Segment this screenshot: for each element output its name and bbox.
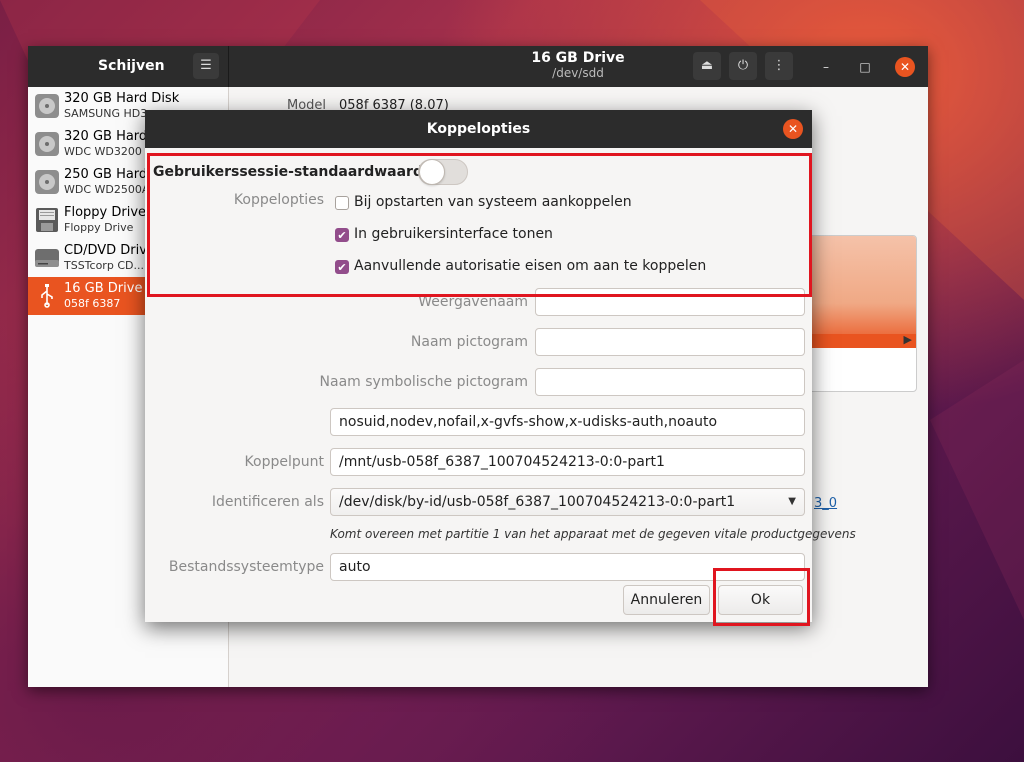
identify-hint: Komt overeen met partitie 1 van het appa…	[330, 527, 856, 541]
window-title-block: 16 GB Drive /dev/sdd	[448, 50, 708, 80]
dialog-header: Koppelopties ✕	[145, 110, 812, 148]
eject-icon[interactable]: ⏏	[693, 52, 721, 80]
device-link[interactable]: 3_0	[814, 496, 837, 511]
identify-as-value: /dev/disk/by-id/usb-058f_6387_1007045242…	[339, 494, 736, 510]
play-arrow-icon: ▶	[903, 333, 912, 346]
cancel-button[interactable]: Annuleren	[623, 585, 710, 615]
identify-as-label: Identificeren als	[211, 494, 324, 510]
drive-model: Floppy Drive	[64, 221, 134, 234]
sidebar-header: Schijven ☰	[28, 46, 229, 87]
identify-as-dropdown[interactable]: /dev/disk/by-id/usb-058f_6387_1007045242…	[330, 488, 805, 516]
highlight-box-ok	[713, 568, 810, 626]
symbolic-icon-input[interactable]	[535, 368, 805, 396]
hard-disk-icon	[35, 132, 59, 156]
app-title: Schijven	[98, 58, 165, 74]
window-title: 16 GB Drive	[531, 50, 625, 66]
drive-name: 16 GB Drive	[64, 281, 143, 296]
hard-disk-icon	[35, 94, 59, 118]
mount-point-input[interactable]: /mnt/usb-058f_6387_100704524213-0:0-part…	[330, 448, 805, 476]
drive-model: 058f 6387	[64, 297, 121, 310]
fs-type-label: Bestandssysteemtype	[168, 559, 324, 575]
chevron-down-icon: ▼	[788, 496, 796, 507]
hamburger-menu-icon[interactable]: ☰	[193, 53, 219, 79]
drive-name: CD/DVD Drive	[64, 243, 155, 258]
usb-drive-icon	[41, 284, 53, 308]
drive-model: WDC WD3200	[64, 145, 142, 158]
drive-menu-icon[interactable]: ⋮	[765, 52, 793, 80]
highlight-box-session-options	[147, 153, 812, 297]
drive-model: SAMSUNG HD3	[64, 107, 148, 120]
optical-drive-icon	[35, 249, 59, 267]
close-window-icon[interactable]: ✕	[895, 57, 915, 77]
drive-model: WDC WD2500A	[64, 183, 150, 196]
mount-point-label: Koppelpunt	[244, 454, 324, 470]
floppy-icon	[36, 208, 58, 232]
dialog-title: Koppelopties	[426, 121, 531, 137]
icon-name-label: Naam pictogram	[410, 334, 528, 350]
minimize-icon[interactable]: –	[816, 57, 836, 77]
symbolic-icon-label: Naam symbolische pictogram	[319, 374, 528, 390]
maximize-icon[interactable]: □	[855, 57, 875, 77]
drive-name: 320 GB Hard Disk	[64, 91, 180, 106]
power-off-icon[interactable]: ⏻	[729, 52, 757, 80]
hard-disk-icon	[35, 170, 59, 194]
icon-name-input[interactable]	[535, 328, 805, 356]
window-subtitle: /dev/sdd	[552, 66, 604, 80]
header-bar: Schijven ☰ 16 GB Drive /dev/sdd ⏏ ⏻ ⋮ – …	[28, 46, 928, 87]
drive-model: TSSTcorp CD...	[64, 259, 144, 272]
mount-options-input[interactable]: nosuid,nodev,nofail,x-gvfs-show,x-udisks…	[330, 408, 805, 436]
dialog-close-icon[interactable]: ✕	[783, 119, 803, 139]
drive-name: Floppy Drive	[64, 205, 147, 220]
